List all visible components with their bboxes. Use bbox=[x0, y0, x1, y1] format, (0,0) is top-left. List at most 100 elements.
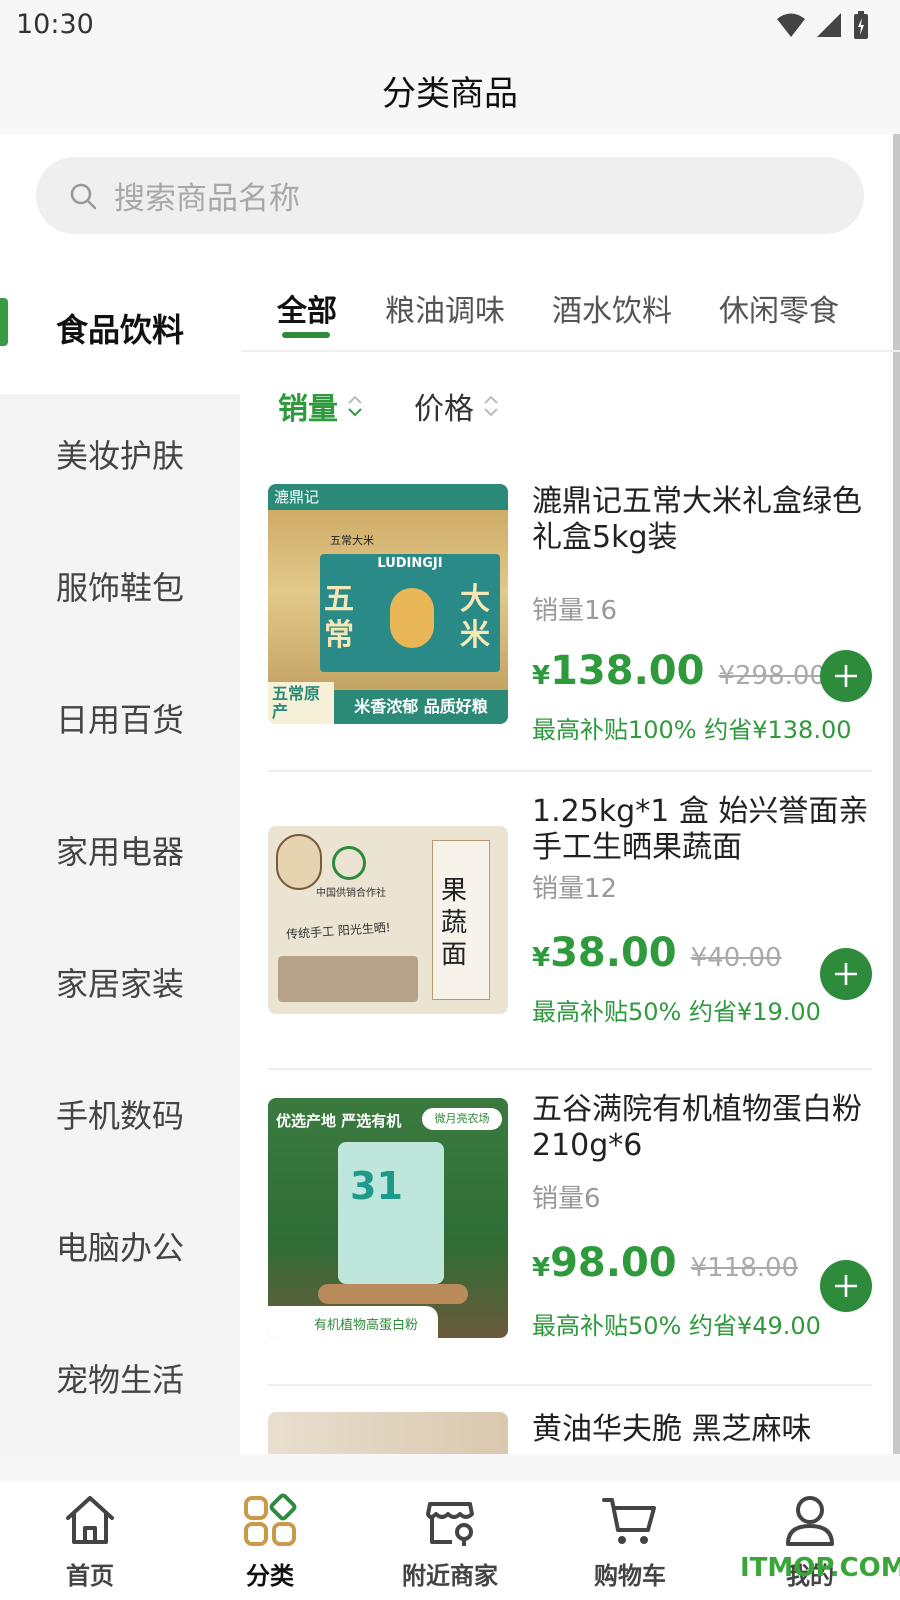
product-image-badge: 微月亮农场 bbox=[422, 1108, 502, 1130]
product-image[interactable]: 漉鼎记 五常 大米 LUDINGJI 五常 大米 五常原产 米香浓郁 品质好粮 bbox=[268, 484, 508, 724]
tab-drinks[interactable]: 酒水饮料 bbox=[552, 286, 672, 330]
divider bbox=[268, 1068, 872, 1070]
sidebar-item-apparel[interactable]: 服饰鞋包 bbox=[0, 520, 240, 652]
product-price: 138.00 bbox=[550, 648, 705, 694]
tab-category[interactable]: 分类 bbox=[180, 1482, 360, 1600]
divider bbox=[268, 1384, 872, 1386]
tab-cart[interactable]: 购物车 bbox=[540, 1482, 720, 1600]
category-icon bbox=[244, 1493, 297, 1546]
product-original-price: ¥118.00 bbox=[690, 1253, 799, 1283]
sidebar-item-phones[interactable]: 手机数码 bbox=[0, 1048, 240, 1180]
product-price: 38.00 bbox=[550, 930, 677, 976]
product-card[interactable]: 优选产地 严选有机 微月亮农场 31 有机植物高蛋白粉 五谷满院有机植物蛋白粉2… bbox=[268, 1092, 872, 1340]
product-image-slogan: 米香浓郁 品质好粮 bbox=[334, 690, 508, 724]
product-image[interactable]: 中国供销合作社 传统手工 阳光生晒! 果蔬面 bbox=[268, 826, 508, 1014]
plus-icon bbox=[835, 1275, 857, 1297]
sidebar-item-computers[interactable]: 电脑办公 bbox=[0, 1180, 240, 1312]
tab-home[interactable]: 首页 bbox=[0, 1482, 180, 1600]
product-price-row: ¥ 98.00 ¥118.00 bbox=[532, 1240, 798, 1286]
status-icons bbox=[776, 10, 870, 40]
sidebar-item-food-drinks[interactable]: 食品饮料 bbox=[0, 262, 240, 394]
subcategory-tabs: 全部 粮油调味 酒水饮料 休闲零食 bbox=[241, 262, 900, 352]
home-icon bbox=[66, 1496, 114, 1544]
price-currency: ¥ bbox=[532, 943, 551, 973]
product-image-bottom: 有机植物高蛋白粉 bbox=[314, 1318, 419, 1333]
product-sales: 销量16 bbox=[532, 596, 618, 626]
product-name[interactable]: 漉鼎记五常大米礼盒绿色礼盒5kg装 bbox=[532, 484, 872, 556]
profile-icon bbox=[786, 1496, 834, 1546]
product-image-handwriting: 传统手工 阳光生晒! bbox=[285, 920, 392, 942]
sort-price-arrows-icon bbox=[484, 395, 498, 417]
signal-icon bbox=[817, 13, 841, 37]
price-currency: ¥ bbox=[532, 1253, 551, 1283]
plus-icon bbox=[835, 665, 857, 687]
add-to-cart-button[interactable] bbox=[820, 948, 872, 1000]
product-sales: 销量6 bbox=[532, 1184, 601, 1214]
product-image[interactable]: 优选产地 严选有机 微月亮农场 31 有机植物高蛋白粉 bbox=[268, 1098, 508, 1338]
tab-snacks[interactable]: 休闲零食 bbox=[719, 286, 839, 330]
product-card[interactable]: 漉鼎记 五常 大米 LUDINGJI 五常 大米 五常原产 米香浓郁 品质好粮 漉… bbox=[268, 484, 872, 744]
product-name[interactable]: 五谷满院有机植物蛋白粉210g*6 bbox=[532, 1092, 872, 1164]
tab-active-underline bbox=[282, 332, 330, 338]
status-bar: 10:30 bbox=[0, 0, 900, 52]
battery-icon bbox=[854, 11, 868, 39]
wifi-icon bbox=[777, 13, 805, 37]
nearby-store-icon bbox=[426, 1502, 474, 1546]
tab-grain-oil[interactable]: 粮油调味 bbox=[385, 286, 505, 330]
add-to-cart-button[interactable] bbox=[820, 650, 872, 702]
product-sales: 销量12 bbox=[532, 874, 618, 904]
sidebar-item-home[interactable]: 家居家装 bbox=[0, 916, 240, 1048]
chef-illustration bbox=[276, 834, 322, 890]
wooden-stand-illustration bbox=[318, 1284, 468, 1304]
tab-cart-label: 购物车 bbox=[594, 1562, 666, 1590]
product-image-brand: 漉鼎记 bbox=[268, 484, 508, 510]
product-image-coop: 中国供销合作社 bbox=[316, 888, 386, 899]
product-original-price: ¥298.00 bbox=[718, 661, 826, 691]
product-image-brand-en: LUDINGJI bbox=[377, 556, 443, 571]
page-title: 分类商品 bbox=[382, 74, 518, 114]
product-price-row: ¥ 138.00 ¥298.00 bbox=[532, 648, 826, 694]
village-illustration bbox=[278, 956, 418, 1002]
product-image-number: 31 bbox=[350, 1164, 403, 1208]
product-original-price: ¥40.00 bbox=[690, 943, 782, 973]
sort-by-sales[interactable]: 销量 bbox=[278, 384, 362, 428]
search-input[interactable]: 搜索商品名称 bbox=[114, 173, 300, 218]
cart-icon bbox=[602, 1498, 656, 1544]
product-subsidy: 最高补贴50% 约省¥19.00 bbox=[532, 998, 821, 1026]
sort-sales-label: 销量 bbox=[278, 392, 338, 427]
product-price-row: ¥ 38.00 ¥40.00 bbox=[532, 930, 782, 976]
product-box-illustration: LUDINGJI 五常 大米 bbox=[320, 554, 500, 672]
product-name[interactable]: 1.25kg*1 盒 始兴誉面亲手工生晒果蔬面 bbox=[532, 794, 872, 866]
product-card[interactable]: 中国供销合作社 传统手工 阳光生晒! 果蔬面 1.25kg*1 盒 始兴誉面亲手… bbox=[268, 794, 872, 1026]
tab-category-label: 分类 bbox=[246, 1562, 294, 1590]
divider bbox=[268, 770, 872, 772]
product-image-left-chars: 五常 bbox=[324, 582, 354, 653]
product-subsidy: 最高补贴50% 约省¥49.00 bbox=[532, 1312, 821, 1340]
sidebar-item-appliances[interactable]: 家用电器 bbox=[0, 784, 240, 916]
product-card[interactable]: 黄油华夫脆 黑芝麻味 bbox=[268, 1412, 872, 1454]
product-image-bottom-bar: 有机植物高蛋白粉 bbox=[268, 1306, 438, 1338]
sort-by-price[interactable]: 价格 bbox=[414, 384, 498, 428]
product-title-panel: 果蔬面 bbox=[432, 840, 490, 1000]
tab-home-label: 首页 bbox=[66, 1562, 114, 1590]
sidebar-item-daily-goods[interactable]: 日用百货 bbox=[0, 652, 240, 784]
product-image-top: 优选产地 严选有机 bbox=[276, 1112, 402, 1130]
product-name[interactable]: 黄油华夫脆 黑芝麻味 bbox=[532, 1412, 872, 1448]
search-icon bbox=[70, 183, 97, 209]
product-image-title: 果蔬面 bbox=[441, 876, 468, 970]
tab-all[interactable]: 全部 bbox=[277, 286, 337, 330]
tab-nearby-store[interactable]: 附近商家 bbox=[360, 1482, 540, 1600]
product-subsidy: 最高补贴100% 约省¥138.00 bbox=[532, 716, 852, 744]
product-image[interactable] bbox=[268, 1412, 508, 1454]
sort-price-label: 价格 bbox=[414, 392, 474, 427]
search-bar[interactable]: 搜索商品名称 bbox=[36, 157, 864, 234]
sidebar-item-pets[interactable]: 宠物生活 bbox=[0, 1312, 240, 1444]
sidebar-item-beauty[interactable]: 美妆护肤 bbox=[0, 388, 240, 520]
add-to-cart-button[interactable] bbox=[820, 1260, 872, 1312]
product-image-corner: 五常原产 bbox=[268, 682, 334, 724]
protein-bag-illustration: 31 bbox=[338, 1142, 444, 1284]
sidebar-active-indicator bbox=[0, 298, 8, 346]
product-image-right-chars: 大米 bbox=[460, 582, 490, 653]
sort-sales-arrows-icon bbox=[348, 395, 362, 417]
plus-icon bbox=[835, 963, 857, 985]
